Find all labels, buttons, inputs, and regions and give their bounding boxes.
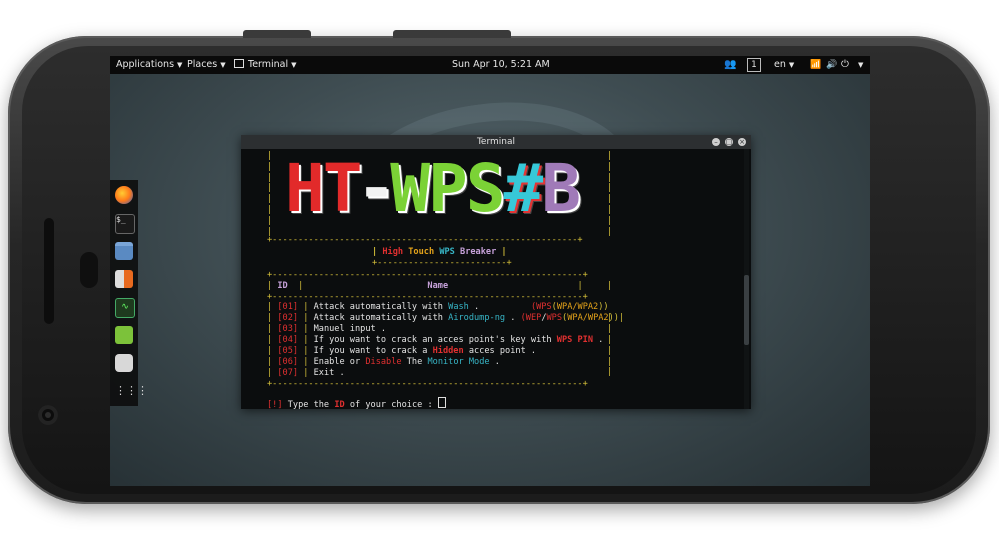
close-icon[interactable]: × — [738, 138, 746, 146]
users-icon[interactable]: 👥 — [724, 56, 736, 74]
text-editor-icon[interactable] — [115, 326, 133, 344]
chevron-down-icon[interactable]: ▼ — [855, 56, 863, 74]
power-icon[interactable]: ⏻ — [841, 56, 849, 74]
cursor — [437, 397, 446, 408]
gnome-top-bar: Applications ▼ Places ▼ Terminal ▼ Sun Apr … — [110, 56, 870, 74]
table-row: | [02] | Attack automatically with Airod… — [267, 313, 625, 323]
logo-hash: # — [503, 150, 543, 227]
phone-camera — [38, 405, 58, 425]
clock[interactable]: Sun Apr 10, 5:21 AM — [452, 56, 550, 74]
keyring-icon[interactable] — [115, 354, 133, 372]
language-menu[interactable]: en ▼ — [774, 56, 794, 74]
terminal-titlebar[interactable]: Terminal – □ × — [241, 135, 751, 149]
workspace-indicator[interactable]: 1 — [747, 58, 761, 72]
system-monitor-icon[interactable]: ∿ — [115, 298, 135, 318]
app-grid-icon[interactable]: ⋮⋮⋮ — [115, 382, 148, 400]
table-header: | ID | Name | — [267, 281, 583, 291]
table-top-border: +---------------------------------------… — [267, 270, 588, 280]
table-bottom-border: +---------------------------------------… — [267, 379, 588, 389]
logo-ht: HT — [285, 150, 362, 227]
terminal-small-icon — [234, 59, 244, 68]
ht-wps-breaker-logo: HT - WPS # B — [285, 150, 581, 227]
minimize-icon[interactable]: – — [712, 138, 720, 146]
table-row: | [07] | Exit . — [267, 368, 345, 378]
volume-button — [243, 30, 311, 38]
dock: $_ ∿ ⋮⋮⋮ — [110, 180, 148, 406]
files-icon[interactable] — [115, 242, 133, 260]
terminal-icon[interactable]: $_ — [115, 214, 135, 234]
chevron-down-icon: ▼ — [788, 61, 795, 69]
places-menu[interactable]: Places ▼ — [187, 56, 226, 74]
banner-border-right: | | | | | | | | — [607, 151, 613, 237]
table-row: | [03] | Manuel input . — [267, 324, 387, 334]
maximize-icon[interactable]: □ — [725, 138, 733, 146]
table-row: | [04] | If you want to crack an acces p… — [267, 335, 604, 345]
chevron-down-icon: ▼ — [220, 61, 226, 69]
table-border-right: | | | | | | | — [607, 281, 613, 378]
chevron-down-icon: ▼ — [177, 61, 183, 69]
banner-bottom-border: +---------------------------------------… — [267, 235, 583, 245]
desktop-screen: Applications ▼ Places ▼ Terminal ▼ Sun Apr … — [110, 56, 870, 486]
logo-b: B — [541, 150, 581, 227]
power-button — [393, 30, 511, 38]
banner-border-left: | | | | | | | | — [267, 151, 273, 237]
terminal-window[interactable]: Terminal – □ × | | | | | | | | | | | | |… — [241, 135, 751, 411]
firefox-icon[interactable] — [115, 186, 133, 204]
applications-menu[interactable]: Applications ▼ — [116, 56, 182, 74]
table-row: | [01] | Attack automatically with Wash … — [267, 302, 609, 312]
phone-speaker — [44, 218, 54, 324]
calculator-icon[interactable] — [115, 270, 133, 288]
logo-dash: - — [356, 150, 396, 227]
input-prompt[interactable]: [!] Type the ID of your choice : — [267, 397, 446, 411]
table-row: | [05] | If you want to crack a Hidden a… — [267, 346, 537, 356]
subtitle-border: +-------------------------+ — [372, 258, 512, 268]
terminal-app-menu[interactable]: Terminal ▼ — [234, 56, 297, 74]
volume-icon[interactable]: 🔊 — [826, 56, 837, 74]
subtitle-line: | High Touch WPS Breaker | — [372, 247, 507, 257]
scrollbar-thumb[interactable] — [744, 275, 749, 345]
wifi-icon[interactable]: 📶 — [810, 56, 821, 74]
table-row: | [06] | Enable or Disable The Monitor M… — [267, 357, 500, 367]
phone-sensor — [80, 252, 98, 288]
logo-wps: WPS — [390, 150, 505, 227]
chevron-down-icon: ▼ — [291, 61, 297, 69]
